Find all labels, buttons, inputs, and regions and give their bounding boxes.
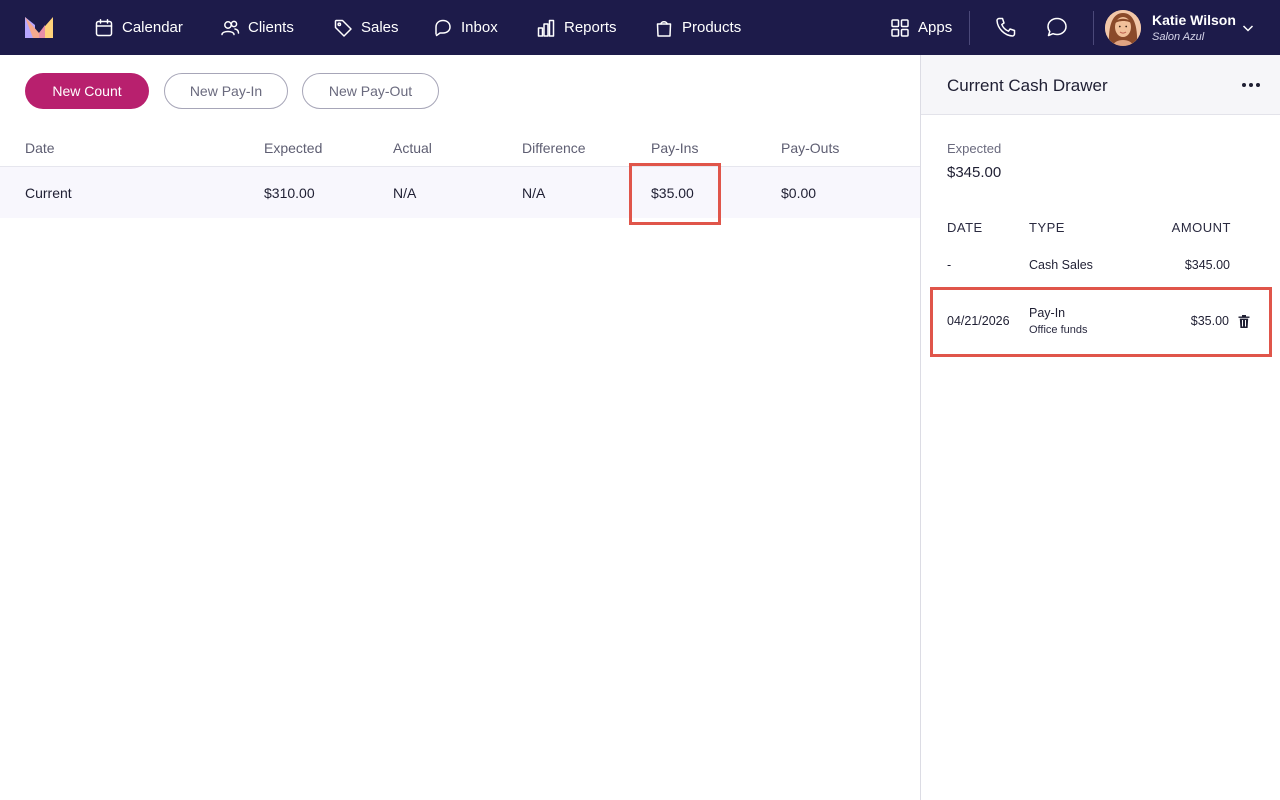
highlight-box-pay-ins (629, 163, 721, 225)
new-pay-out-button[interactable]: New Pay-Out (302, 73, 439, 109)
nav-products-label: Products (682, 19, 742, 36)
cell-pay-outs: $0.00 (781, 185, 817, 201)
phone-icon (996, 17, 1016, 37)
new-pay-in-button[interactable]: New Pay-In (164, 73, 288, 109)
expected-label: Expected (947, 141, 1002, 156)
cash-drawer-history: New Count New Pay-In New Pay-Out Date Ex… (0, 55, 920, 800)
users-icon (221, 20, 240, 35)
nav-calendar-label: Calendar (122, 19, 183, 36)
chevron-down-icon (1241, 21, 1255, 35)
table-header: Date Expected Actual Difference Pay-Ins … (0, 129, 920, 167)
nav-products[interactable]: Products (654, 0, 741, 55)
column-header-amount: AMOUNT (1171, 220, 1231, 235)
entry-date: - (947, 258, 952, 272)
column-header-expected: Expected (264, 140, 323, 156)
nav-divider (969, 11, 970, 45)
entry-amount: $345.00 (1184, 258, 1230, 272)
chat-button[interactable] (1045, 15, 1069, 39)
chat-bubble-icon (1047, 17, 1067, 37)
top-navigation-bar: Calendar Clients Sales Inbox Reports Pro… (0, 0, 1280, 55)
column-header-date: Date (25, 140, 55, 156)
more-options-button[interactable] (1239, 75, 1263, 95)
column-header-date: DATE (947, 220, 983, 235)
nav-reports[interactable]: Reports (536, 0, 617, 55)
logo-icon[interactable] (25, 17, 53, 38)
column-header-type: TYPE (1029, 220, 1065, 235)
business-name: Salon Azul (1152, 31, 1205, 43)
new-count-button[interactable]: New Count (25, 73, 149, 109)
nav-inbox[interactable]: Inbox (433, 0, 498, 55)
nav-clients[interactable]: Clients (220, 0, 294, 55)
column-header-pay-outs: Pay-Outs (781, 140, 840, 156)
cell-expected: $310.00 (264, 185, 315, 201)
column-header-actual: Actual (393, 140, 432, 156)
column-header-pay-ins: Pay-Ins (651, 140, 699, 156)
more-horizontal-icon (1242, 83, 1260, 87)
entry-type: Cash Sales (1029, 258, 1093, 272)
user-name: Katie Wilson (1152, 12, 1236, 28)
nav-divider (1093, 11, 1094, 45)
inbox-icon (435, 19, 451, 36)
shopping-bag-icon (656, 20, 672, 37)
apps-grid-icon (891, 18, 909, 37)
nav-clients-label: Clients (248, 19, 294, 36)
calendar-icon (95, 18, 113, 36)
table-row[interactable]: Current $310.00 N/A N/A $35.00 $0.00 (0, 167, 920, 218)
user-profile-menu[interactable]: Katie Wilson Salon Azul (1105, 10, 1265, 46)
highlight-box-pay-in-entry (930, 287, 1272, 357)
column-header-difference: Difference (522, 140, 586, 156)
tag-icon (334, 19, 352, 37)
expected-value: $345.00 (947, 164, 1002, 181)
nav-inbox-label: Inbox (461, 19, 498, 36)
panel-header: Current Cash Drawer (921, 55, 1280, 115)
cell-actual: N/A (393, 185, 417, 201)
nav-calendar[interactable]: Calendar (94, 0, 183, 55)
avatar (1105, 10, 1141, 46)
nav-sales[interactable]: Sales (333, 0, 399, 55)
current-cash-drawer-panel: Current Cash Drawer Expected $345.00 DAT… (920, 55, 1280, 800)
phone-button[interactable] (994, 15, 1018, 39)
cell-difference: N/A (522, 185, 546, 201)
panel-title: Current Cash Drawer (947, 76, 1108, 95)
nav-sales-label: Sales (361, 19, 399, 36)
nav-reports-label: Reports (564, 19, 617, 36)
nav-apps-label: Apps (918, 19, 953, 36)
bar-chart-icon (537, 19, 555, 37)
nav-apps[interactable]: Apps (890, 0, 952, 55)
cell-date: Current (25, 185, 72, 201)
